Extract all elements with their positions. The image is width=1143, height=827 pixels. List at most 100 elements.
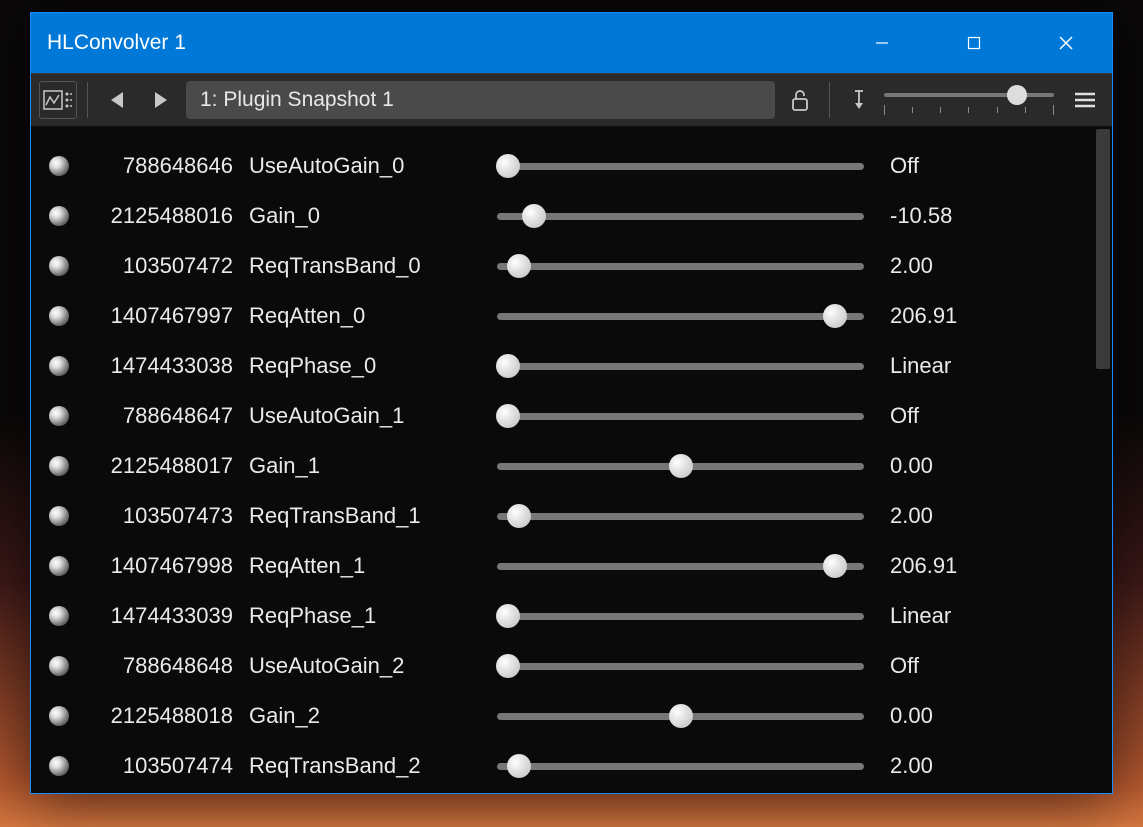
close-button[interactable] bbox=[1020, 13, 1112, 73]
parameter-slider[interactable] bbox=[497, 154, 864, 178]
parameter-value[interactable]: 2.00 bbox=[884, 503, 1084, 529]
toolbar: 1: Plugin Snapshot 1 bbox=[31, 73, 1112, 127]
snapshot-label: 1: Plugin Snapshot 1 bbox=[200, 88, 394, 112]
parameter-id: 103507474 bbox=[81, 753, 233, 779]
parameter-id: 2125488016 bbox=[81, 203, 233, 229]
parameter-value[interactable]: 206.91 bbox=[884, 303, 1084, 329]
automation-radio[interactable] bbox=[49, 256, 69, 276]
slider-thumb[interactable] bbox=[496, 604, 520, 628]
slider-thumb[interactable] bbox=[496, 354, 520, 378]
parameter-slider[interactable] bbox=[497, 504, 864, 528]
automation-radio[interactable] bbox=[49, 206, 69, 226]
maximize-button[interactable] bbox=[928, 13, 1020, 73]
parameter-name: ReqAtten_0 bbox=[245, 303, 481, 329]
parameter-slider[interactable] bbox=[497, 454, 864, 478]
parameter-value[interactable]: Linear bbox=[884, 353, 1084, 379]
parameter-value[interactable]: 2.00 bbox=[884, 253, 1084, 279]
automation-radio[interactable] bbox=[49, 156, 69, 176]
slider-thumb[interactable] bbox=[669, 704, 693, 728]
slider-track bbox=[497, 313, 864, 320]
snapshot-selector[interactable]: 1: Plugin Snapshot 1 bbox=[186, 81, 775, 119]
window-title: HLConvolver 1 bbox=[47, 31, 836, 55]
parameter-slider[interactable] bbox=[497, 254, 864, 278]
parameter-slider[interactable] bbox=[497, 304, 864, 328]
pin-button[interactable] bbox=[840, 81, 878, 119]
automation-radio[interactable] bbox=[49, 706, 69, 726]
parameter-name: UseAutoGain_2 bbox=[245, 653, 481, 679]
automation-radio[interactable] bbox=[49, 306, 69, 326]
slider-track bbox=[497, 363, 864, 370]
slider-thumb[interactable] bbox=[496, 154, 520, 178]
menu-button[interactable] bbox=[1066, 81, 1104, 119]
parameter-slider[interactable] bbox=[497, 704, 864, 728]
slider-thumb[interactable] bbox=[507, 254, 531, 278]
parameter-row: 788648647UseAutoGain_1Off bbox=[43, 391, 1084, 441]
parameter-name: Gain_0 bbox=[245, 203, 481, 229]
slider-thumb[interactable] bbox=[507, 754, 531, 778]
prev-snapshot-button[interactable] bbox=[98, 81, 136, 119]
parameter-name: ReqTransBand_2 bbox=[245, 753, 481, 779]
automation-radio[interactable] bbox=[49, 406, 69, 426]
parameter-row: 1407467998ReqAtten_1206.91 bbox=[43, 541, 1084, 591]
zoom-ticks bbox=[884, 105, 1054, 115]
slider-thumb[interactable] bbox=[522, 204, 546, 228]
parameter-value[interactable]: -10.58 bbox=[884, 203, 1084, 229]
zoom-slider[interactable] bbox=[884, 81, 1054, 119]
parameter-id: 788648648 bbox=[81, 653, 233, 679]
toolbar-separator bbox=[87, 82, 88, 118]
parameter-id: 1407467997 bbox=[81, 303, 233, 329]
slider-thumb[interactable] bbox=[507, 504, 531, 528]
parameter-slider[interactable] bbox=[497, 754, 864, 778]
parameter-row: 2125488017Gain_10.00 bbox=[43, 441, 1084, 491]
slider-track bbox=[497, 213, 864, 220]
titlebar[interactable]: HLConvolver 1 bbox=[31, 13, 1112, 73]
parameter-row: 2125488018Gain_20.00 bbox=[43, 691, 1084, 741]
slider-thumb[interactable] bbox=[496, 654, 520, 678]
parameter-slider[interactable] bbox=[497, 654, 864, 678]
parameter-value[interactable]: 0.00 bbox=[884, 703, 1084, 729]
automation-radio[interactable] bbox=[49, 456, 69, 476]
parameter-value[interactable]: Linear bbox=[884, 603, 1084, 629]
slider-track bbox=[497, 263, 864, 270]
automation-radio[interactable] bbox=[49, 656, 69, 676]
parameter-name: ReqPhase_1 bbox=[245, 603, 481, 629]
slider-track bbox=[497, 513, 864, 520]
parameter-id: 1474433039 bbox=[81, 603, 233, 629]
parameter-list: 788648646UseAutoGain_0Off2125488016Gain_… bbox=[31, 127, 1094, 793]
parameter-slider[interactable] bbox=[497, 354, 864, 378]
minimize-button[interactable] bbox=[836, 13, 928, 73]
slider-thumb[interactable] bbox=[823, 304, 847, 328]
parameter-slider[interactable] bbox=[497, 554, 864, 578]
parameter-id: 1474433038 bbox=[81, 353, 233, 379]
parameter-slider[interactable] bbox=[497, 404, 864, 428]
parameter-slider[interactable] bbox=[497, 604, 864, 628]
slider-thumb[interactable] bbox=[669, 454, 693, 478]
slider-thumb[interactable] bbox=[496, 404, 520, 428]
zoom-slider-thumb[interactable] bbox=[1007, 85, 1027, 105]
parameter-value[interactable]: Off bbox=[884, 153, 1084, 179]
parameter-name: ReqPhase_0 bbox=[245, 353, 481, 379]
parameter-name: ReqTransBand_0 bbox=[245, 253, 481, 279]
parameter-value[interactable]: 206.91 bbox=[884, 553, 1084, 579]
parameter-name: Gain_2 bbox=[245, 703, 481, 729]
toolbar-separator bbox=[829, 82, 830, 118]
automation-radio[interactable] bbox=[49, 606, 69, 626]
editor-view-button[interactable] bbox=[39, 81, 77, 119]
parameter-value[interactable]: 0.00 bbox=[884, 453, 1084, 479]
parameter-id: 103507473 bbox=[81, 503, 233, 529]
plugin-window: HLConvolver 1 bbox=[30, 12, 1113, 794]
scrollbar-thumb[interactable] bbox=[1096, 129, 1110, 369]
parameter-value[interactable]: Off bbox=[884, 403, 1084, 429]
slider-thumb[interactable] bbox=[823, 554, 847, 578]
parameter-slider[interactable] bbox=[497, 204, 864, 228]
parameter-id: 788648646 bbox=[81, 153, 233, 179]
automation-radio[interactable] bbox=[49, 506, 69, 526]
automation-radio[interactable] bbox=[49, 556, 69, 576]
automation-radio[interactable] bbox=[49, 356, 69, 376]
automation-radio[interactable] bbox=[49, 756, 69, 776]
next-snapshot-button[interactable] bbox=[142, 81, 180, 119]
parameter-row: 1474433038 ReqPhase_0 Linear bbox=[43, 341, 1084, 391]
parameter-value[interactable]: 2.00 bbox=[884, 753, 1084, 779]
lock-button[interactable] bbox=[781, 81, 819, 119]
parameter-value[interactable]: Off bbox=[884, 653, 1084, 679]
